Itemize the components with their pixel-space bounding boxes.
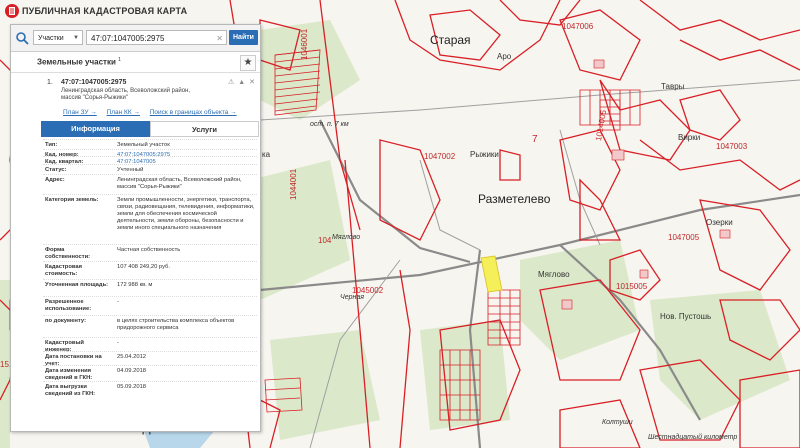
detail-key: Категория земель: (45, 197, 99, 203)
detail-row: Адрес: Ленинградская область, Всеволожски… (43, 174, 257, 195)
result-cadastral-number[interactable]: 47:07:1047005:2975 (61, 79, 126, 86)
tab-services[interactable]: Услуги (150, 121, 259, 137)
map-label-quarter-1047006: 1047006 (562, 22, 594, 31)
map-label-quarter-1046001: 1046001 (300, 28, 309, 60)
detail-key: Тип: (45, 142, 58, 148)
detail-value: 05.09.2018 (117, 384, 147, 390)
section-count: 1 (118, 57, 121, 63)
map-label-aro: Аро (497, 52, 512, 61)
plan-kk-link[interactable]: План КК → (107, 109, 140, 116)
map-label-razmetelevo: Разметелево (478, 192, 551, 206)
map-label-tavry: Тавры (661, 82, 685, 91)
detail-key: Адрес: (45, 177, 65, 183)
info-tabs: Информация Услуги (41, 121, 259, 137)
detail-value: Учтенный (117, 167, 144, 173)
detail-value: 107 408 249,20 руб. (117, 264, 170, 270)
section-header: Земельные участки 1 ★ (11, 52, 260, 73)
map-label-ost: ост. п. 7 км (310, 121, 349, 128)
detail-value: - (117, 340, 119, 346)
detail-key: Уточненная площадь: (45, 282, 109, 288)
detail-key: Статус: (45, 167, 67, 173)
detail-value: Земельный участок (117, 142, 170, 148)
search-bar: Участки ▼ 47:07:1047005:2975 ✕ Найти (11, 25, 260, 52)
map-label-quarter-1044001: 1044001 (289, 168, 298, 200)
detail-value: 172 988 кв. м (117, 282, 153, 288)
search-query-text: 47:07:1047005:2975 (91, 34, 165, 43)
map-label-ryzhiki: Рыжики (470, 150, 499, 159)
clear-icon[interactable]: ✕ (216, 31, 223, 46)
detail-value: 04.09.2018 (117, 368, 147, 374)
detail-row: Дата изменения сведений в ГКН: 04.09.2018 (43, 365, 257, 382)
result-address-line1: Ленинградская область, Всеволожский райо… (61, 88, 191, 94)
map-label-quarter-104: 104 (318, 236, 332, 245)
map-label-nov-pustosh: Нов. Пустошь (660, 312, 712, 321)
star-icon[interactable]: ★ (240, 55, 256, 71)
detail-row: Уточненная площадь: 172 988 кв. м (43, 279, 257, 297)
detail-value: - (117, 299, 119, 305)
app-header: ПУБЛИЧНАЯ КАДАСТРОВАЯ КАРТА (0, 0, 300, 22)
map-label-quarter-1047002: 1047002 (424, 152, 456, 161)
search-in-bounds-link[interactable]: Поиск в границах объекта → (150, 109, 237, 116)
map-label-ozerki: Озерки (706, 218, 733, 227)
map-label-koltushi: Колтуши (602, 419, 633, 426)
map-label-quarter-1047005: 1047005 (668, 233, 700, 242)
plan-zu-link[interactable]: План ЗУ → (63, 109, 97, 116)
map-label-ka: ка (262, 150, 271, 159)
search-type-label: Участки (38, 35, 64, 42)
search-result-panel: Участки ▼ 47:07:1047005:2975 ✕ Найти Зем… (10, 24, 261, 432)
find-button[interactable]: Найти (229, 30, 258, 45)
map-label-staraya: Старая (430, 33, 471, 47)
detail-row: Разрешенное использование: - (43, 296, 257, 316)
detail-row: Кадастровая стоимость: 107 408 249,20 руб… (43, 261, 257, 280)
result-address-line2: массив "Сорья-Рыжики" (61, 95, 128, 101)
search-icon[interactable] (15, 31, 29, 45)
detail-key: Форма собственности: (45, 247, 91, 260)
section-title: Земельные участки 1 (37, 57, 121, 67)
detail-row: Категория земель: Земли промышленности, э… (43, 194, 257, 245)
map-label-chernaya: Черная (340, 294, 364, 301)
detail-row: Форма собственности: Частная собственност… (43, 244, 257, 262)
result-links: План ЗУ → План КК → Поиск в границах объ… (63, 109, 245, 116)
map-label-quarter-1047003: 1047003 (716, 142, 748, 151)
detail-value: Частная собственность (117, 247, 181, 253)
app-title: ПУБЛИЧНАЯ КАДАСТРОВАЯ КАРТА (22, 6, 188, 16)
detail-row: Дата постановки на учет: 25.04.2012 (43, 351, 257, 367)
search-type-select[interactable]: Участки ▼ (33, 30, 83, 45)
map-label-seven: 7 (532, 134, 538, 145)
detail-value: Ленинградская область, Всеволожский райо… (117, 177, 242, 190)
map-label-quarter-1045002: 1045002 (352, 286, 384, 295)
rosreestr-logo-icon (5, 4, 19, 18)
map-label-km: Шестнадцатый километр (648, 434, 738, 441)
map-label-myaglovo-small: Мяглово (332, 234, 361, 241)
detail-row: Дата выгрузки сведений из ГКН: 05.09.2018 (43, 381, 257, 398)
detail-row: Кадастровый инженер: - (43, 337, 257, 353)
detail-key: Кадастровая стоимость: (45, 264, 82, 277)
detail-key: по документу: (45, 318, 86, 324)
result-action-icons[interactable]: ⚠ ▲ ✕ (228, 78, 256, 86)
search-input[interactable]: 47:07:1047005:2975 ✕ (86, 30, 227, 45)
detail-value: в целях строительства комплекса объектов… (117, 318, 235, 331)
detail-value: Земли промышленности, энергетики, трансп… (117, 197, 255, 231)
result-index: 1. (47, 79, 53, 86)
detail-key: Разрешенное использование: (45, 299, 92, 312)
detail-key: Дата выгрузки сведений из ГКН: (45, 384, 96, 397)
detail-row: по документу: в целях строительства компл… (43, 315, 257, 338)
chevron-down-icon: ▼ (73, 35, 79, 41)
detail-key: Дата изменения сведений в ГКН: (45, 368, 93, 381)
map-label-quarter-1015005: 1015005 (616, 282, 648, 291)
map-label-myaglovo: Мяглово (538, 270, 570, 279)
detail-value: 25.04.2012 (117, 354, 147, 360)
map-label-virki: Вирки (678, 133, 701, 142)
tab-info[interactable]: Информация (41, 121, 150, 137)
